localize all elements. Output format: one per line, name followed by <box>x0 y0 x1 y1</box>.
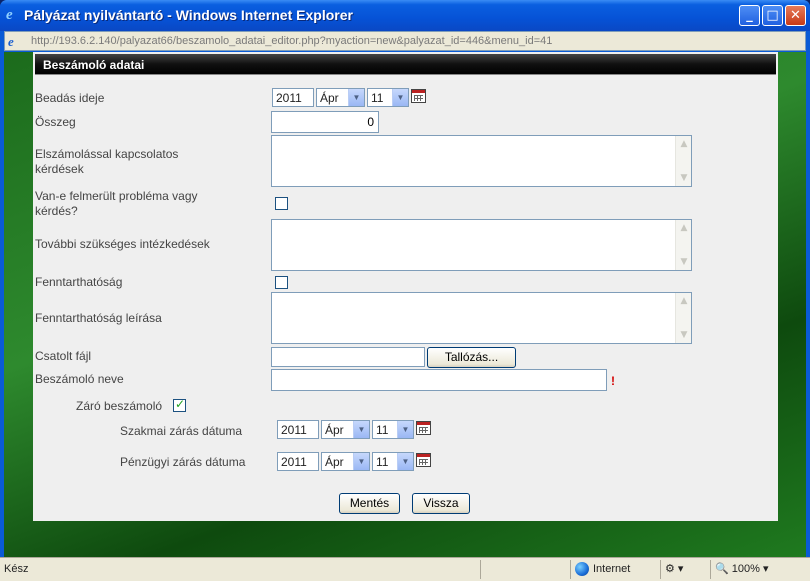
nev-label: Beszámoló neve <box>35 372 124 386</box>
chevron-down-icon: ▼ <box>397 421 413 438</box>
scroll-down-icon[interactable]: ▼ <box>677 328 691 342</box>
page-viewport: Beszámoló adatai Beadás ideje 2011 Ápr ▼ … <box>4 52 806 557</box>
zaro-label: Záró beszámoló <box>76 399 163 413</box>
osszeg-label: Összeg <box>35 115 76 129</box>
beadas-day-value: 11 <box>371 91 384 105</box>
scroll-up-icon[interactable]: ▲ <box>677 221 691 235</box>
osszeg-input[interactable]: 0 <box>271 111 379 133</box>
zoom-level: 100% <box>731 563 760 575</box>
zoom-icon: 🔍 <box>715 563 729 575</box>
beadas-year-value: 2011 <box>276 91 302 105</box>
szakmai-year-field[interactable]: 2011 <box>277 420 319 439</box>
zone-cell <box>480 560 570 579</box>
beadas-month-select[interactable]: Ápr ▼ <box>316 88 365 107</box>
fenntarthatosag-leiras-label: Fenntarthatóság leírása <box>35 311 162 325</box>
penzugyi-day-select[interactable]: 11 ▼ <box>372 452 414 471</box>
status-bar: Kész Internet ⚙ ▾ 🔍 100% ▾ <box>0 557 810 581</box>
scrollbar[interactable]: ▲ ▼ <box>675 220 691 270</box>
penzugyi-year-value: 2011 <box>281 455 307 469</box>
security-cell[interactable]: ⚙ ▾ <box>660 560 710 579</box>
intezkedesek-textarea[interactable]: ▲ ▼ <box>271 219 692 271</box>
penzugyi-label: Pénzügyi zárás dátuma <box>120 455 246 469</box>
scrollbar[interactable]: ▲ ▼ <box>675 136 691 186</box>
scrollbar[interactable]: ▲ ▼ <box>675 293 691 343</box>
szakmai-day-select[interactable]: 11 ▼ <box>372 420 414 439</box>
browse-button[interactable]: Tallózás... <box>427 347 516 368</box>
szakmai-month-select[interactable]: Ápr ▼ <box>321 420 370 439</box>
chevron-down-icon: ▼ <box>397 453 413 470</box>
szakmai-month-value: Ápr <box>325 423 344 437</box>
penzugyi-month-select[interactable]: Ápr ▼ <box>321 452 370 471</box>
zone-indicator: Internet <box>570 560 660 579</box>
form-panel: Beszámoló adatai Beadás ideje 2011 Ápr ▼ … <box>33 52 778 521</box>
elszamolas-label-2: kérdések <box>35 162 84 176</box>
window-title: Pályázat nyilvántartó - Windows Internet… <box>24 7 353 23</box>
chevron-down-icon: ▼ <box>353 421 369 438</box>
calendar-icon[interactable] <box>411 89 426 103</box>
scroll-down-icon[interactable]: ▼ <box>677 171 691 185</box>
file-path-input[interactable] <box>271 347 425 367</box>
beadas-month-value: Ápr <box>320 91 339 105</box>
chevron-down-icon: ▼ <box>348 89 364 106</box>
scroll-down-icon[interactable]: ▼ <box>677 255 691 269</box>
ie-logo-icon: e <box>6 7 13 23</box>
scroll-up-icon[interactable]: ▲ <box>677 137 691 151</box>
elszamolas-textarea[interactable]: ▲ ▼ <box>271 135 692 187</box>
szakmai-year-value: 2011 <box>281 423 307 437</box>
status-text: Kész <box>4 563 29 575</box>
required-mark: ! <box>611 374 615 388</box>
intezkedesek-label: További szükséges intézkedések <box>35 237 210 251</box>
chevron-down-icon: ▼ <box>353 453 369 470</box>
fenntarthatosag-leiras-textarea[interactable]: ▲ ▼ <box>271 292 692 344</box>
address-bar[interactable]: e http://193.6.2.140/palyazat66/beszamol… <box>4 31 806 51</box>
maximize-button[interactable]: □ <box>762 5 783 26</box>
nev-input[interactable] <box>271 369 607 391</box>
problema-label-2: kérdés? <box>35 204 78 218</box>
fenntarthatosag-checkbox[interactable] <box>275 276 288 289</box>
problema-label-1: Van-e felmerült probléma vagy <box>35 189 198 203</box>
zoom-control[interactable]: 🔍 100% ▾ <box>710 560 810 579</box>
beadas-year-field[interactable]: 2011 <box>272 88 314 107</box>
section-header: Beszámoló adatai <box>35 54 776 75</box>
szakmai-day-value: 11 <box>376 423 389 437</box>
zone-label: Internet <box>593 563 631 575</box>
url-host: http://193.6.2.140 <box>31 35 117 47</box>
scroll-up-icon[interactable]: ▲ <box>677 294 691 308</box>
calendar-icon[interactable] <box>416 453 431 467</box>
chevron-down-icon: ▼ <box>392 89 408 106</box>
minimize-button[interactable]: _ <box>739 5 760 26</box>
szakmai-label: Szakmai zárás dátuma <box>120 424 243 438</box>
chevron-down-icon: ▾ <box>762 563 769 575</box>
penzugyi-month-value: Ápr <box>325 455 344 469</box>
fenntarthatosag-label: Fenntarthatóság <box>35 275 123 289</box>
beadas-day-select[interactable]: 11 ▼ <box>367 88 409 107</box>
close-button[interactable]: ✕ <box>785 5 806 26</box>
browser-window: e Pályázat nyilvántartó - Windows Intern… <box>0 0 810 581</box>
zaro-checkbox[interactable] <box>173 397 186 412</box>
globe-icon <box>575 562 589 577</box>
elszamolas-label-1: Elszámolással kapcsolatos <box>35 147 179 161</box>
beadas-label: Beadás ideje <box>35 91 105 105</box>
penzugyi-day-value: 11 <box>376 455 389 469</box>
problema-checkbox[interactable] <box>275 197 288 210</box>
back-button[interactable]: Vissza <box>412 493 470 514</box>
protected-mode-icon: ⚙ ▾ <box>665 563 684 575</box>
address-url: http://193.6.2.140/palyazat66/beszamolo_… <box>31 35 552 47</box>
url-path: /palyazat66/beszamolo_adatai_editor.php?… <box>116 35 553 47</box>
csatolt-label: Csatolt fájl <box>35 349 92 363</box>
title-bar: e Pályázat nyilvántartó - Windows Intern… <box>0 0 810 31</box>
calendar-icon[interactable] <box>416 421 431 435</box>
penzugyi-year-field[interactable]: 2011 <box>277 452 319 471</box>
page-icon: e <box>8 34 14 49</box>
save-button[interactable]: Mentés <box>339 493 400 514</box>
